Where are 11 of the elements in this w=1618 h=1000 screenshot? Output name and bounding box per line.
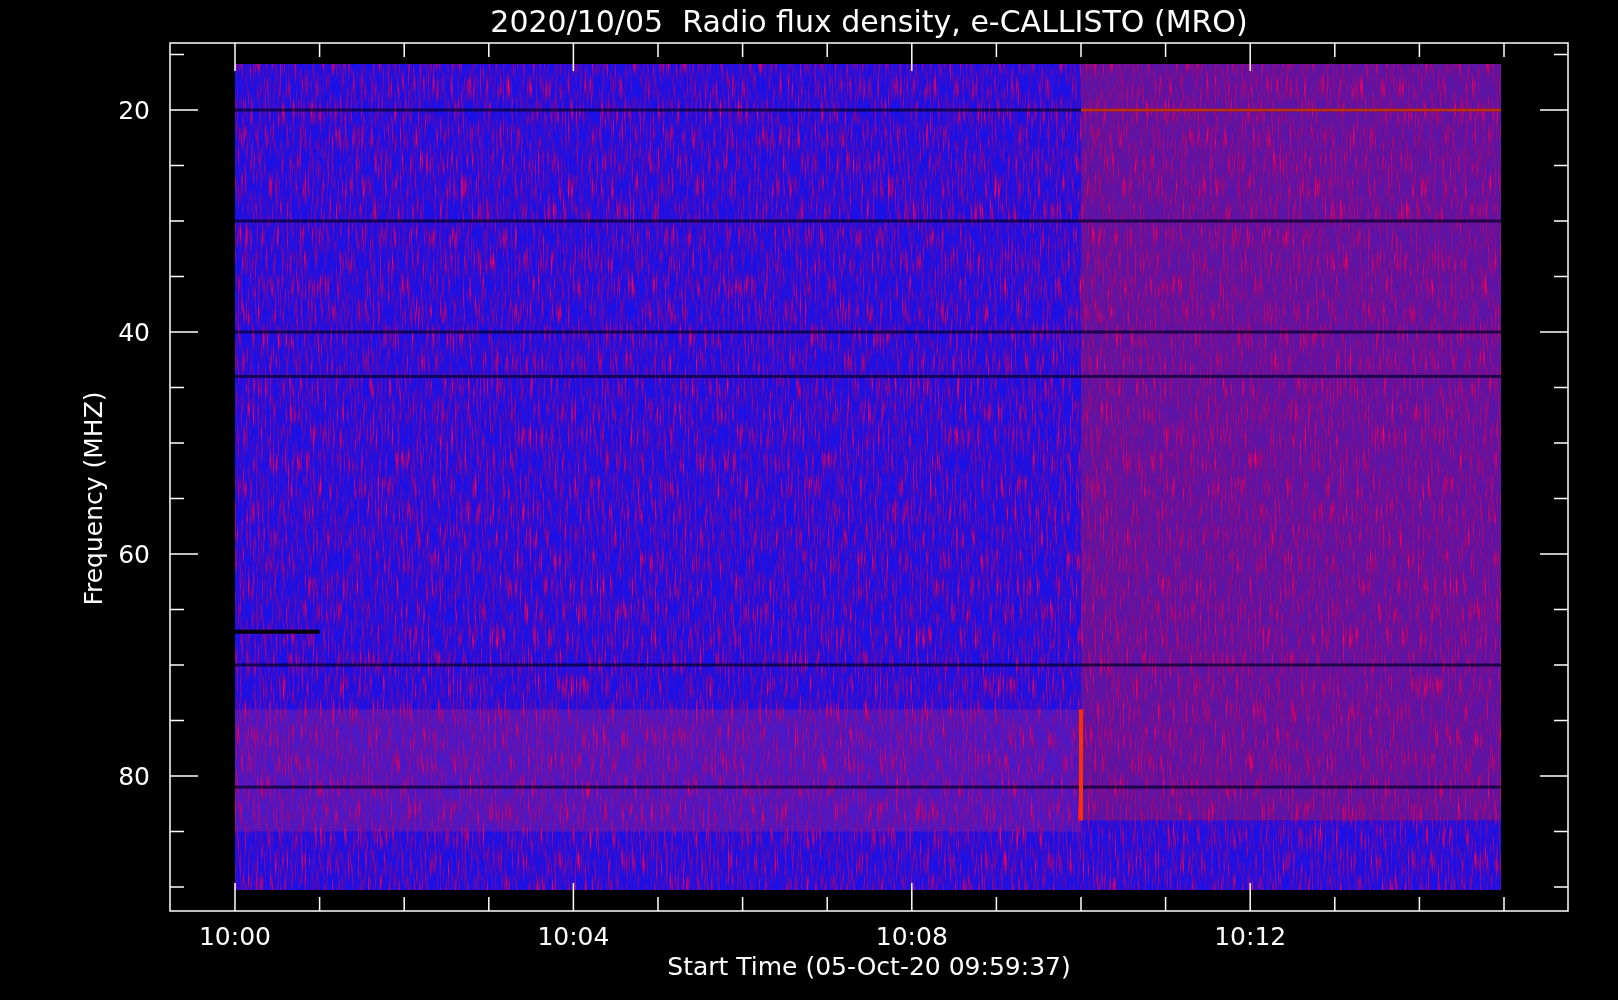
tick-label: 20 [118,96,150,125]
tick-label: 10:12 [1214,922,1287,951]
tick-label: 60 [118,540,150,569]
tick-label: 40 [118,318,150,347]
tick-label: 10:08 [875,922,948,951]
tick-label: 10:00 [199,922,271,951]
tick-label: 80 [118,762,150,791]
plot-title: 2020/10/05 Radio flux density, e-CALLISTO (MRO) [490,4,1248,39]
axis-label: Frequency (MHZ) [79,391,108,606]
tick-label: 10:04 [537,922,610,951]
axis-label: Start Time (05-Oct-20 09:59:37) [667,952,1071,981]
